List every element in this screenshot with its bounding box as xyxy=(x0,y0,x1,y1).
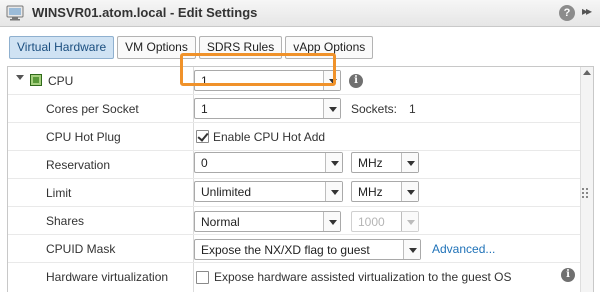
vm-icon xyxy=(6,5,24,21)
reservation-label: Reservation xyxy=(46,158,111,172)
chevron-down-icon[interactable] xyxy=(323,212,340,231)
sockets-label: Sockets: xyxy=(351,102,398,116)
info-icon[interactable]: i xyxy=(349,74,363,88)
cpuid-mask-label: CPUID Mask xyxy=(46,242,116,256)
chevron-down-icon[interactable] xyxy=(401,153,418,172)
shares-label: Shares xyxy=(46,214,85,228)
row-limit: Limit Unlimited MHz xyxy=(8,179,580,207)
row-cores-per-socket: Cores per Socket 1 Sockets: 1 xyxy=(8,95,580,123)
advanced-link[interactable]: Advanced... xyxy=(432,242,495,256)
hardware-virtualization-label: Hardware virtualization xyxy=(46,270,169,284)
reservation-unit-select[interactable]: MHz xyxy=(351,152,419,173)
row-reservation: Reservation 0 MHz xyxy=(8,151,580,179)
shares-value: Normal xyxy=(201,215,240,229)
info-icon[interactable]: i xyxy=(561,268,575,282)
limit-label: Limit xyxy=(46,186,72,200)
row-shares: Shares Normal 1000 xyxy=(8,207,580,235)
chevron-down-icon[interactable] xyxy=(325,153,342,172)
limit-unit-select[interactable]: MHz xyxy=(351,181,419,202)
window-title: WINSVR01.atom.local - Edit Settings xyxy=(32,5,258,20)
tab-virtual-hardware[interactable]: Virtual Hardware xyxy=(9,36,115,59)
shares-amount-input: 1000 xyxy=(351,211,419,232)
chevron-down-icon xyxy=(401,212,418,231)
enable-cpu-hot-add-checkbox[interactable] xyxy=(196,130,209,143)
scroll-up-icon[interactable] xyxy=(583,70,591,75)
row-hardware-virtualization: Hardware virtualization Expose hardware … xyxy=(8,263,580,291)
chevron-down-icon[interactable] xyxy=(323,99,340,118)
hardware-virtualization-checkbox[interactable] xyxy=(196,271,209,284)
cores-per-socket-label: Cores per Socket xyxy=(46,102,139,116)
resize-grip-icon[interactable] xyxy=(582,188,588,198)
hardware-virtualization-checkbox-label[interactable]: Expose hardware assisted virtualization … xyxy=(214,270,512,284)
shares-select[interactable]: Normal xyxy=(194,211,341,232)
limit-value: Unlimited xyxy=(201,185,252,199)
cpu-hot-plug-label: CPU Hot Plug xyxy=(46,130,121,144)
row-cpuid-mask: CPUID Mask Expose the NX/XD flag to gues… xyxy=(8,235,580,263)
highlight-box xyxy=(180,53,336,86)
row-cpu-hot-plug: CPU Hot Plug Enable CPU Hot Add xyxy=(8,123,580,151)
sockets-value: 1 xyxy=(409,102,416,116)
collapse-caret-icon[interactable] xyxy=(16,75,24,80)
shares-amount-value: 1000 xyxy=(358,215,385,229)
window-title-bar: WINSVR01.atom.local - Edit Settings ? ▸▸ xyxy=(0,0,600,27)
reservation-input[interactable]: 0 xyxy=(194,152,343,173)
limit-unit-value: MHz xyxy=(358,185,383,199)
cpu-icon xyxy=(30,74,42,86)
cpuid-mask-value: Expose the NX/XD flag to guest xyxy=(201,243,370,257)
settings-panel: CPU 1 i Cores per Socket 1 Sockets: 1 CP… xyxy=(7,66,594,292)
expand-icon[interactable]: ▸▸ xyxy=(582,4,592,18)
vertical-scrollbar[interactable] xyxy=(580,67,593,292)
reservation-unit-value: MHz xyxy=(358,156,383,170)
cores-per-socket-value: 1 xyxy=(201,102,208,116)
chevron-down-icon[interactable] xyxy=(325,182,342,201)
cpuid-mask-select[interactable]: Expose the NX/XD flag to guest xyxy=(194,239,421,260)
enable-cpu-hot-add-label[interactable]: Enable CPU Hot Add xyxy=(213,130,325,144)
reservation-value: 0 xyxy=(201,156,208,170)
help-icon[interactable]: ? xyxy=(559,5,575,21)
chevron-down-icon[interactable] xyxy=(401,182,418,201)
chevron-down-icon[interactable] xyxy=(403,240,420,259)
cores-per-socket-select[interactable]: 1 xyxy=(194,98,341,119)
limit-input[interactable]: Unlimited xyxy=(194,181,343,202)
cpu-label: CPU xyxy=(48,74,74,88)
